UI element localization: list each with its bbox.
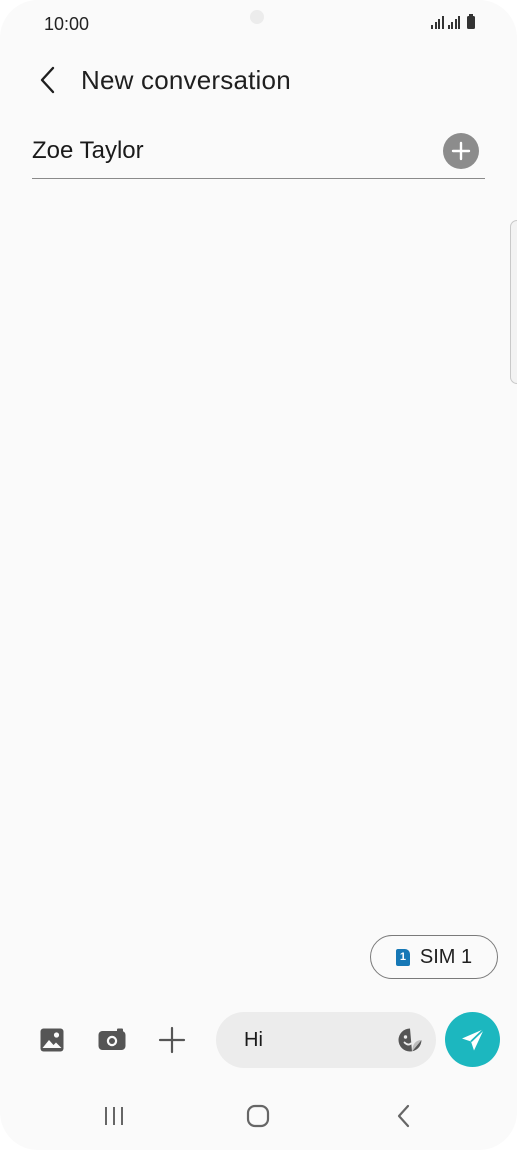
phone-screen: 10:00 New conversation Zoe Taylor 1 SIM … <box>0 0 517 1150</box>
sticker-icon <box>398 1028 422 1052</box>
gallery-button[interactable] <box>34 1022 70 1058</box>
sim-label: SIM 1 <box>419 945 473 968</box>
compose-bar <box>0 1010 517 1070</box>
camera-button[interactable] <box>94 1022 130 1058</box>
recent-apps-button[interactable] <box>94 1098 134 1134</box>
back-icon <box>397 1104 410 1128</box>
home-button[interactable] <box>238 1098 278 1134</box>
recipient-input[interactable] <box>32 128 432 174</box>
home-icon <box>246 1104 270 1128</box>
camera-icon <box>98 1028 126 1050</box>
front-camera <box>250 10 264 24</box>
recent-apps-icon <box>105 1107 123 1125</box>
plus-icon <box>158 1026 186 1054</box>
edge-panel-handle[interactable] <box>510 220 517 384</box>
message-input[interactable] <box>244 1026 384 1054</box>
signal-sim2-icon <box>447 15 460 29</box>
sim-card-icon: 1 <box>395 948 410 966</box>
page-title: New conversation <box>81 65 291 95</box>
status-time: 10:00 <box>44 14 90 34</box>
system-back-button[interactable] <box>384 1098 424 1134</box>
message-field <box>216 1012 436 1068</box>
attach-button[interactable] <box>154 1022 190 1058</box>
chevron-left-icon <box>40 66 55 94</box>
send-button[interactable] <box>445 1012 500 1067</box>
sim-select-button[interactable]: 1 SIM 1 <box>370 935 498 979</box>
recipient-row <box>32 128 485 179</box>
plus-circle-icon <box>451 141 471 161</box>
send-icon <box>461 1027 485 1050</box>
signal-sim1-icon <box>431 15 444 29</box>
gallery-icon <box>40 1028 64 1052</box>
navigation-bar <box>0 1090 517 1142</box>
add-recipient-button[interactable] <box>443 133 479 169</box>
app-header: New conversation <box>0 52 517 108</box>
back-button[interactable] <box>28 60 68 100</box>
sticker-button[interactable] <box>396 1026 424 1054</box>
battery-icon <box>467 14 475 29</box>
status-bar: 10:00 <box>0 0 517 48</box>
status-icons <box>431 14 475 29</box>
